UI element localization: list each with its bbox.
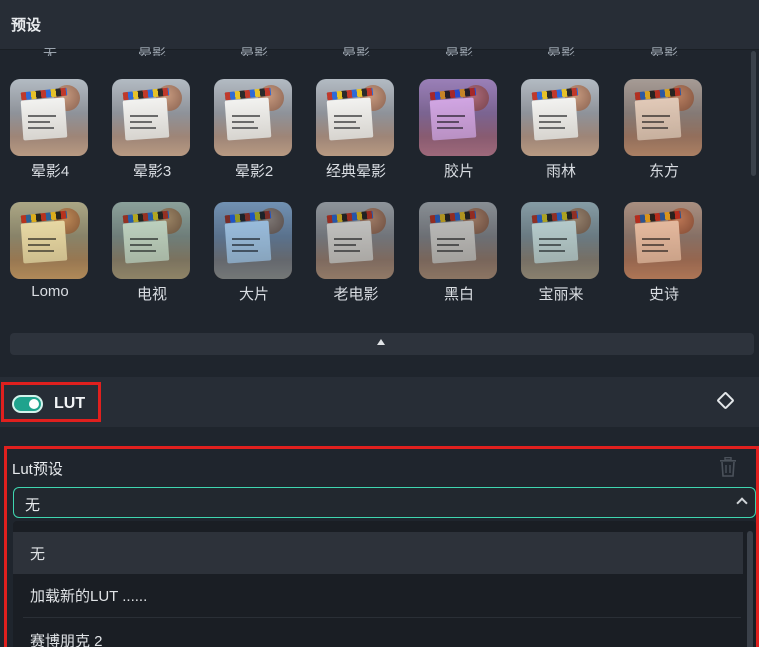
cut-off-preset-label: 晕影 <box>547 46 575 56</box>
preset-thumbnail <box>316 79 394 156</box>
option-divider <box>23 617 741 618</box>
preset-label: 晕影3 <box>132 163 172 180</box>
caret-up-icon <box>377 339 385 345</box>
option-label: 加载新的LUT ...... <box>30 588 148 605</box>
trash-icon[interactable] <box>719 457 737 477</box>
preset-label: 晕影2 <box>234 163 274 180</box>
preset-thumbnail <box>112 79 190 156</box>
preset-label: Lomo <box>31 283 69 300</box>
preset-thumbnail <box>214 79 292 156</box>
toggle-knob <box>29 399 39 409</box>
dropdown-option-none[interactable]: 无 <box>13 532 743 574</box>
preset-label: 大片 <box>238 286 269 303</box>
lut-toggle-highlight: LUT <box>1 382 101 422</box>
cut-off-preset-label: 晕影 <box>650 46 678 56</box>
cut-off-preset-label: 晕影 <box>445 46 473 56</box>
dropdown-option-cyberpunk-2[interactable]: 赛博朋克 2 <box>13 619 743 647</box>
preset-label: 晕影4 <box>30 163 70 180</box>
preset-label: 东方 <box>648 163 679 180</box>
preset-thumbnail <box>316 202 394 279</box>
lut-preset-label: Lut预设 <box>12 461 63 478</box>
preset-thumbnail <box>624 79 702 156</box>
lut-preset-select[interactable]: 无 <box>13 487 756 518</box>
preset-thumbnail <box>214 202 292 279</box>
preset-label: 电视 <box>136 286 167 303</box>
preset-thumbnail <box>10 202 88 279</box>
panel-header: 预设 <box>0 0 759 50</box>
preset-thumbnail <box>112 202 190 279</box>
preset-thumbnail <box>624 202 702 279</box>
preset-scrollbar[interactable] <box>751 51 756 176</box>
cut-off-label-row: 无 晕影 晕影 晕影 晕影 晕影 晕影 <box>0 44 750 56</box>
cut-off-preset-label: 晕影 <box>138 46 166 56</box>
lut-preset-panel: Lut预设 无 无 加载新的LUT ...... 赛博朋克 2 <box>4 446 759 647</box>
cut-off-preset-label: 无 <box>43 46 57 56</box>
dropdown-option-load-lut[interactable]: 加载新的LUT ...... <box>13 574 743 616</box>
cut-off-preset-label: 晕影 <box>240 46 268 56</box>
preset-label: 胶片 <box>443 163 474 180</box>
preset-label: 经典晕影 <box>325 163 386 180</box>
preset-label: 老电影 <box>333 286 379 303</box>
lut-label: LUT <box>54 395 86 412</box>
chevron-up-icon <box>736 497 748 509</box>
preset-label: 宝丽来 <box>538 286 584 303</box>
option-label: 无 <box>30 546 46 563</box>
preset-label: 雨林 <box>545 163 576 180</box>
preset-thumbnail <box>419 79 497 156</box>
option-label: 赛博朋克 2 <box>30 633 103 647</box>
keyframe-diamond-icon[interactable] <box>716 391 735 410</box>
collapse-presets-button[interactable] <box>10 333 754 355</box>
preset-thumbnail <box>419 202 497 279</box>
cut-off-preset-label: 晕影 <box>342 46 370 56</box>
effects-panel: 预设 无 晕影 晕影 晕影 晕影 晕影 晕影 晕影4 晕影3 晕影2 经典晕影 胶片 雨林 东方 Lomo… <box>0 0 759 647</box>
lut-selected-value: 无 <box>25 497 41 514</box>
lut-toggle-switch[interactable] <box>12 395 43 413</box>
preset-label: 黑白 <box>443 286 474 303</box>
dropdown-scrollbar[interactable] <box>747 531 753 647</box>
panel-title: 预设 <box>11 17 42 34</box>
preset-thumbnail <box>521 202 599 279</box>
preset-thumbnail <box>521 79 599 156</box>
preset-grid: 无 晕影 晕影 晕影 晕影 晕影 晕影 晕影4 晕影3 晕影2 经典晕影 胶片 雨林 东方 Lomo 电视 大… <box>0 46 759 376</box>
lut-section-header: LUT <box>0 377 759 427</box>
preset-thumbnail <box>10 79 88 156</box>
lut-dropdown-menu: 无 加载新的LUT ...... 赛博朋克 2 <box>13 521 756 647</box>
preset-label: 史诗 <box>648 286 679 303</box>
